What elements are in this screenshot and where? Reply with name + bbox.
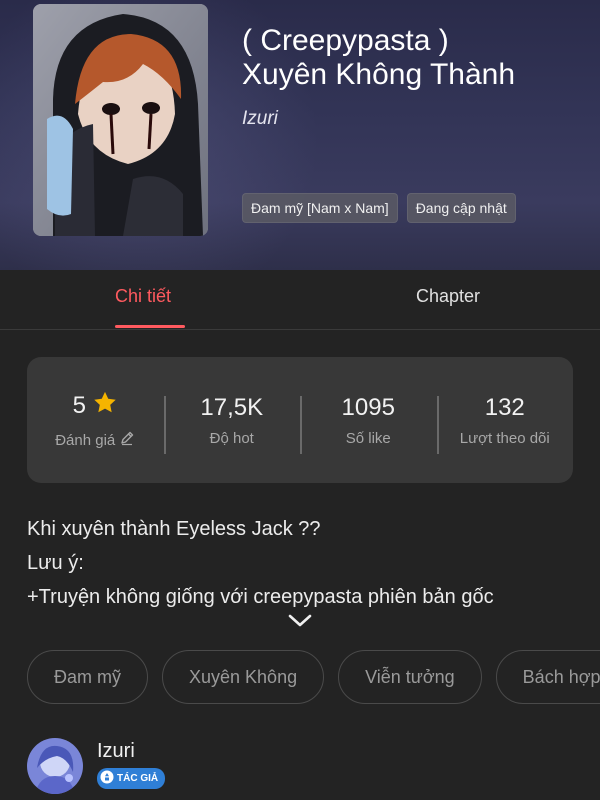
tag-status: Đang cập nhật bbox=[406, 193, 516, 223]
stat-hot: 17,5K Độ hot bbox=[163, 393, 301, 454]
tab-bar: Chi tiết Chapter bbox=[0, 270, 600, 330]
stats-panel: 5 Đánh giá 17,5K Độ hot 1095 Số like 132… bbox=[27, 357, 573, 483]
hot-label: Độ hot bbox=[209, 429, 254, 447]
followers-value: 132 bbox=[484, 393, 525, 421]
tab-active-indicator bbox=[115, 325, 185, 328]
stat-likes: 1095 Số like bbox=[300, 393, 437, 454]
badge-icon bbox=[100, 770, 114, 787]
description-line: Khi xuyên thành Eyeless Jack ?? bbox=[27, 518, 321, 540]
rating-label: Đánh giá bbox=[55, 431, 116, 449]
genre-chip[interactable]: Viễn tưởng bbox=[338, 650, 482, 704]
star-icon bbox=[92, 390, 118, 422]
avatar[interactable] bbox=[27, 738, 83, 794]
story-author[interactable]: Izuri bbox=[242, 108, 278, 130]
story-header: ( Creepypasta ) Xuyên Không Thành Izuri … bbox=[0, 0, 600, 270]
tag-category[interactable]: Đam mỹ [Nam x Nam] bbox=[242, 193, 398, 223]
story-tags: Đam mỹ [Nam x Nam] Đang cập nhật bbox=[242, 193, 516, 223]
badge-label: TÁC GIẢ bbox=[117, 773, 159, 784]
hot-value: 17,5K bbox=[200, 393, 264, 421]
stat-followers: 132 Lượt theo dõi bbox=[436, 393, 574, 454]
followers-label: Lượt theo dõi bbox=[459, 429, 550, 447]
story-title-line1: ( Creepypasta ) bbox=[242, 24, 449, 57]
stat-rating[interactable]: 5 Đánh giá bbox=[27, 390, 164, 450]
likes-value: 1095 bbox=[341, 393, 395, 421]
tab-chapter[interactable]: Chapter bbox=[416, 286, 480, 307]
author-badge: TÁC GIẢ bbox=[97, 768, 166, 789]
cover-image[interactable] bbox=[33, 4, 208, 236]
genre-list: Đam mỹ Xuyên Không Viễn tưởng Bách hợp bbox=[27, 650, 600, 704]
genre-chip[interactable]: Bách hợp bbox=[495, 650, 600, 704]
author-name[interactable]: Izuri bbox=[97, 740, 165, 763]
tab-detail[interactable]: Chi tiết bbox=[115, 286, 171, 307]
genre-chip[interactable]: Xuyên Không bbox=[162, 650, 325, 704]
likes-label: Số like bbox=[345, 429, 391, 447]
description-line: Lưu ý: bbox=[27, 552, 84, 574]
story-description: Khi xuyên thành Eyeless Jack ?? Lưu ý: +… bbox=[27, 512, 587, 614]
pencil-icon[interactable] bbox=[119, 430, 135, 450]
genre-chip[interactable]: Đam mỹ bbox=[27, 650, 148, 704]
author-card[interactable]: Izuri TÁC GIẢ bbox=[27, 738, 166, 794]
story-title-line2: Xuyên Không Thành bbox=[242, 58, 516, 91]
story-title: ( Creepypasta ) Xuyên Không Thành bbox=[242, 24, 582, 92]
chevron-down-icon[interactable] bbox=[288, 614, 312, 633]
rating-value: 5 bbox=[72, 392, 86, 419]
description-line: +Truyện không giống với creepypasta phiê… bbox=[27, 586, 494, 608]
